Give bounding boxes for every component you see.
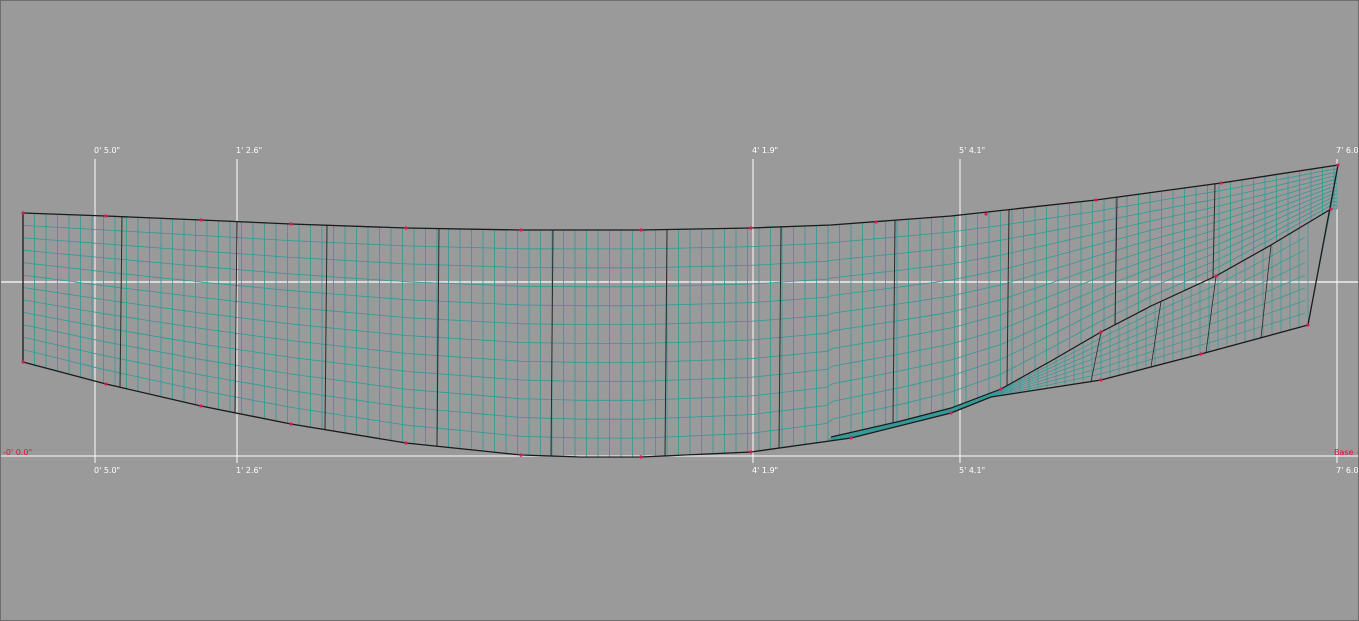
station-label-top-4: 5' 4.1" [959, 146, 986, 155]
hull-surface-plot[interactable] [1, 1, 1359, 621]
control-point[interactable] [849, 436, 853, 440]
control-point[interactable] [104, 382, 108, 386]
mesh-row [22, 208, 1337, 458]
control-point[interactable] [639, 455, 643, 459]
mesh-row [22, 201, 1338, 420]
control-point[interactable] [21, 360, 25, 364]
control-point[interactable] [984, 212, 988, 216]
control-point[interactable] [404, 441, 408, 445]
control-point[interactable] [1336, 163, 1340, 167]
control-point[interactable] [949, 411, 953, 415]
hull-canvas-viewport[interactable]: 0' 5.0" 1' 2.6" 4' 1.9" 5' 4.1" 7' 6.0' … [0, 0, 1359, 621]
control-point[interactable] [404, 226, 408, 230]
control-point[interactable] [1329, 207, 1333, 211]
control-point[interactable] [874, 220, 878, 224]
station-label-top-2: 1' 2.6" [236, 146, 263, 155]
station-label-top-1: 0' 5.0" [94, 146, 121, 155]
control-point[interactable] [104, 214, 108, 218]
control-point[interactable] [519, 453, 523, 457]
control-point[interactable] [999, 387, 1003, 391]
mesh-row [22, 194, 1338, 382]
control-point[interactable] [289, 422, 293, 426]
control-point[interactable] [1214, 274, 1218, 278]
bottom-mesh-row [830, 249, 1306, 439]
bottom-mesh-row [830, 236, 1306, 438]
mesh-row [22, 183, 1338, 326]
station-label-bottom-2: 1' 2.6" [236, 466, 263, 475]
control-point[interactable] [1199, 352, 1203, 356]
control-point[interactable] [199, 404, 203, 408]
station-label-bottom-1: 0' 5.0" [94, 466, 121, 475]
station-label-bottom-4: 5' 4.1" [959, 466, 986, 475]
station-label-bottom-3: 4' 1.9" [752, 466, 779, 475]
hull-surface-mesh[interactable] [22, 164, 1338, 458]
control-point[interactable] [1099, 378, 1103, 382]
transom-line [1307, 164, 1339, 326]
station-label-top-3: 4' 1.9" [752, 146, 779, 155]
mesh-row [22, 204, 1338, 439]
control-point[interactable] [1094, 198, 1098, 202]
control-point[interactable] [21, 211, 25, 215]
control-point[interactable] [1219, 181, 1223, 185]
control-point[interactable] [289, 222, 293, 226]
bottom-mesh-row [830, 274, 1306, 440]
control-point[interactable] [749, 226, 753, 230]
mesh-row [22, 168, 1338, 250]
mesh-row [22, 175, 1338, 288]
control-point[interactable] [519, 228, 523, 232]
control-point[interactable] [1306, 323, 1310, 327]
station-label-bottom-5: 7' 6.0' [1336, 466, 1359, 475]
mesh-row [22, 186, 1338, 344]
mesh-row [22, 172, 1338, 269]
mesh-row [22, 190, 1338, 363]
hull-outline [22, 164, 1339, 458]
control-point[interactable] [199, 218, 203, 222]
control-point[interactable] [639, 228, 643, 232]
base-marker-right: Base + [1334, 448, 1358, 457]
station-label-top-5: 7' 6.0' [1336, 146, 1359, 155]
control-point[interactable] [749, 450, 753, 454]
base-marker-left: -0' 0.0" [3, 448, 33, 457]
control-point[interactable] [1099, 330, 1103, 334]
sheer-line [22, 164, 1339, 231]
